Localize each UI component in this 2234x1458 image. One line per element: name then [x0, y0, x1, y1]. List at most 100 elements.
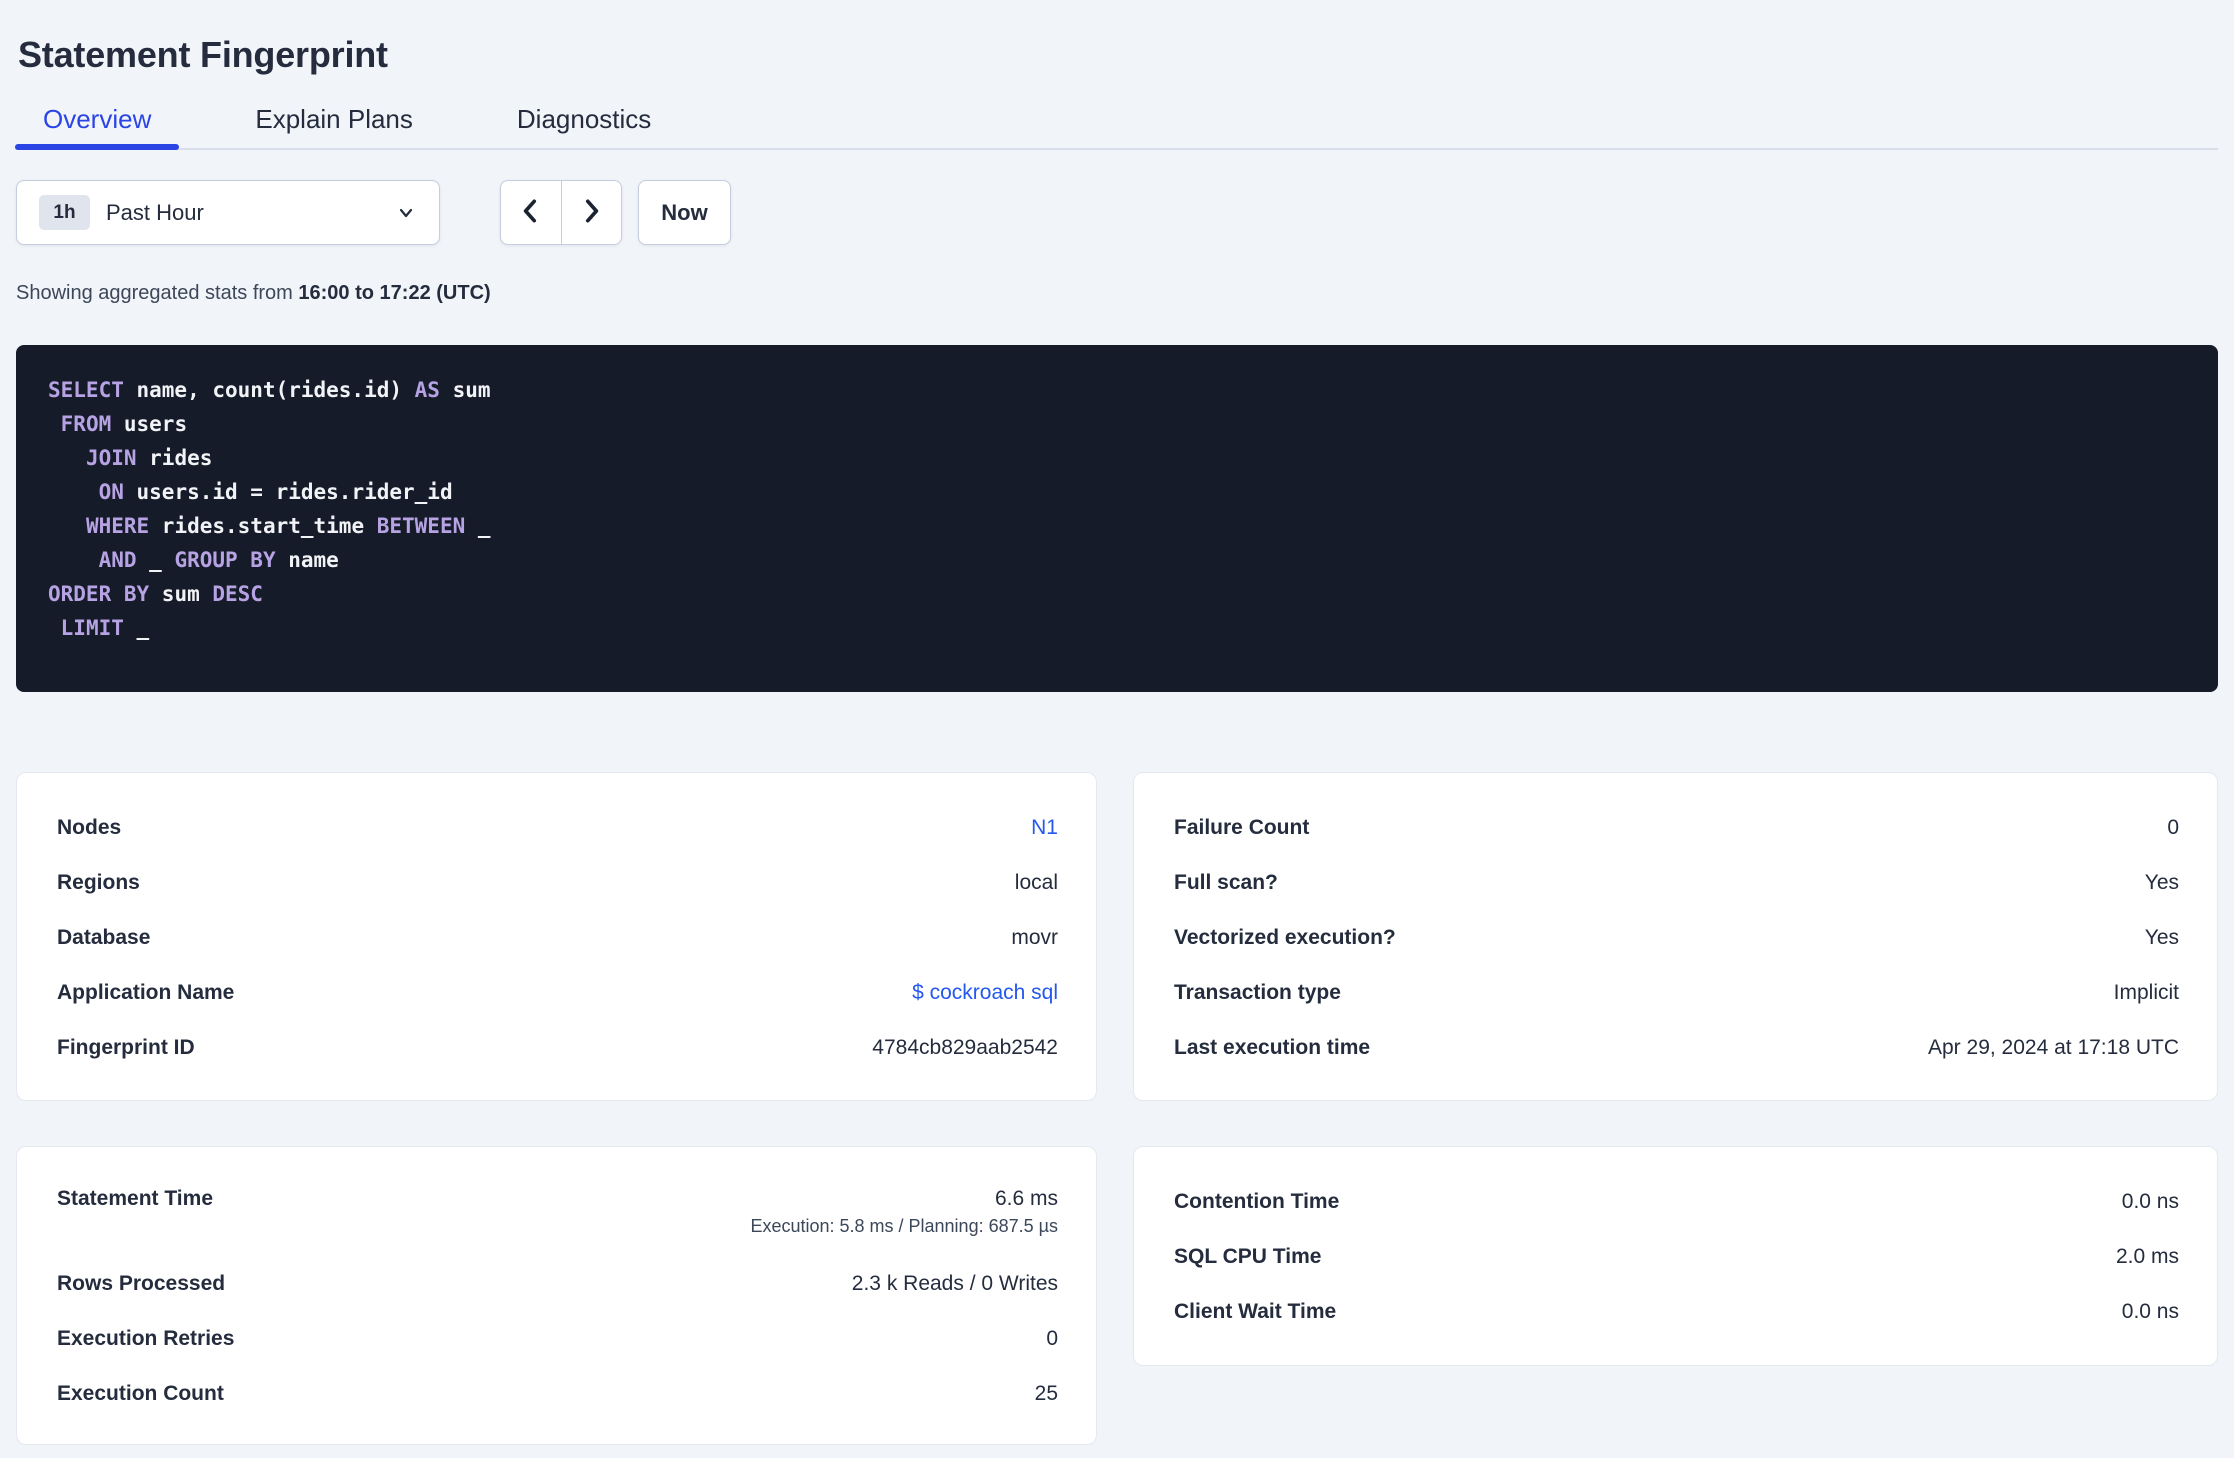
- info-value-wrap: 25: [1035, 1382, 1058, 1406]
- info-value-wrap: Yes: [2145, 871, 2179, 895]
- page-title: Statement Fingerprint: [18, 34, 388, 75]
- tab-diagnostics[interactable]: Diagnostics: [489, 90, 679, 148]
- info-value-wrap: $ cockroach sql: [912, 981, 1058, 1005]
- sql-line: WHERE rides.start_time BETWEEN _: [85, 514, 491, 538]
- info-value-wrap: 6.6 ms Execution: 5.8 ms / Planning: 687.…: [750, 1187, 1058, 1237]
- info-label: Statement Time: [57, 1187, 213, 1210]
- info-value: 2.0 ms: [2115, 1244, 2179, 1268]
- info-label: Client Wait Time: [1174, 1299, 1337, 1323]
- statement-details-card: Nodes N1 Regions local Database movr Applicati…: [16, 772, 1097, 1101]
- info-label: Execution Count: [57, 1381, 224, 1405]
- info-label: Contention Time: [1174, 1189, 1340, 1213]
- info-label: Transaction type: [1174, 980, 1341, 1004]
- info-value: movr: [1011, 925, 1058, 949]
- aggregation-interval-text: Showing aggregated stats from 16:00 to 1…: [16, 282, 491, 305]
- info-value-wrap: Apr 29, 2024 at 17:18 UTC: [1928, 1036, 2179, 1060]
- info-value: 0.0 ns: [2121, 1189, 2179, 1213]
- statement-times-card: Statement Time 6.6 ms Execution: 5.8 ms / …: [16, 1146, 1097, 1445]
- info-label: Execution Retries: [57, 1326, 235, 1350]
- info-row: Client Wait Time 0.0 ns: [1174, 1284, 2179, 1339]
- info-value-link[interactable]: N1: [1031, 816, 1058, 839]
- info-label: Regions: [57, 870, 140, 894]
- info-value: 0: [1046, 1326, 1058, 1350]
- tab-explain-plans-label: Explain Plans: [255, 103, 413, 134]
- info-value-wrap: 2.3 k Reads / 0 Writes: [852, 1272, 1058, 1296]
- info-label: Rows Processed: [57, 1271, 226, 1295]
- info-value-wrap: 0.0 ns: [2122, 1300, 2179, 1324]
- info-row: Nodes N1: [57, 800, 1058, 855]
- chevron-left-icon: [517, 197, 545, 228]
- sql-line: LIMIT _: [60, 616, 150, 640]
- info-row: Transaction type Implicit: [1174, 965, 2179, 1020]
- info-row: SQL CPU Time 2.0 ms: [1174, 1229, 2179, 1284]
- aggregation-interval-prefix: Showing aggregated stats from: [16, 282, 299, 304]
- info-label: Nodes: [57, 815, 122, 839]
- info-value: Implicit: [2113, 980, 2179, 1004]
- info-value: 0.0 ns: [2121, 1299, 2179, 1323]
- tab-overview[interactable]: Overview: [15, 90, 180, 150]
- info-row: Execution Count 25: [57, 1366, 1058, 1421]
- aggregation-interval-range: 16:00 to 17:22 (UTC): [298, 282, 491, 304]
- info-value: 4784cb829aab2542: [872, 1035, 1058, 1059]
- sql-line: FROM users: [60, 412, 188, 436]
- info-value: 0: [2167, 815, 2179, 839]
- chevron-down-icon: [395, 202, 417, 224]
- sql-line: ORDER BY sum DESC: [48, 582, 263, 606]
- time-range-dropdown[interactable]: 1h Past Hour: [16, 180, 440, 245]
- info-row: Contention Time 0.0 ns: [1174, 1174, 2179, 1229]
- info-row: Application Name $ cockroach sql: [57, 965, 1058, 1020]
- info-row: Rows Processed 2.3 k Reads / 0 Writes: [57, 1256, 1058, 1311]
- info-value-wrap: Yes: [2145, 926, 2179, 950]
- info-label: Last execution time: [1174, 1035, 1371, 1059]
- info-subvalue: Execution: 5.8 ms / Planning: 687.5 µs: [750, 1216, 1058, 1236]
- info-value-wrap: 0.0 ns: [2122, 1190, 2179, 1214]
- info-label: Full scan?: [1174, 870, 1278, 894]
- prev-range-button[interactable]: [501, 181, 561, 244]
- chevron-right-icon: [577, 197, 605, 228]
- info-value-wrap: 4784cb829aab2542: [872, 1036, 1058, 1060]
- info-row: Full scan? Yes: [1174, 855, 2179, 910]
- info-label: Vectorized execution?: [1174, 925, 1396, 949]
- info-value: Yes: [2144, 925, 2179, 949]
- info-value-wrap: N1: [1031, 816, 1058, 840]
- info-value: 6.6 ms: [994, 1187, 1058, 1210]
- info-row: Last execution time Apr 29, 2024 at 17:18…: [1174, 1020, 2179, 1075]
- time-range-badge: 1h: [39, 195, 90, 230]
- tab-overview-label: Overview: [43, 103, 152, 134]
- time-range-selected: Past Hour: [106, 199, 204, 225]
- info-value: Yes: [2144, 870, 2179, 894]
- info-row: Fingerprint ID 4784cb829aab2542: [57, 1020, 1058, 1075]
- tab-explain-plans[interactable]: Explain Plans: [227, 90, 441, 148]
- info-row: Failure Count 0: [1174, 800, 2179, 855]
- info-value-wrap: Implicit: [2114, 981, 2179, 1005]
- sql-line: SELECT name, count(rides.id) AS sum: [48, 378, 491, 402]
- info-row: Statement Time 6.6 ms Execution: 5.8 ms / …: [57, 1174, 1058, 1256]
- info-row: Database movr: [57, 910, 1058, 965]
- now-button[interactable]: Now: [638, 180, 731, 245]
- info-row: Vectorized execution? Yes: [1174, 910, 2179, 965]
- info-value-wrap: local: [1015, 871, 1058, 895]
- time-range-stepper: [500, 180, 622, 245]
- info-value: 2.3 k Reads / 0 Writes: [851, 1271, 1058, 1295]
- info-value: 25: [1034, 1381, 1058, 1405]
- execution-attributes-card: Failure Count 0 Full scan? Yes Vectorized ex…: [1133, 772, 2218, 1101]
- wait-times-card: Contention Time 0.0 ns SQL CPU Time 2.0 ms C…: [1133, 1146, 2218, 1366]
- info-value-wrap: 2.0 ms: [2116, 1245, 2179, 1269]
- next-range-button[interactable]: [560, 181, 622, 244]
- sql-line: AND _ GROUP BY name: [98, 548, 339, 572]
- info-label: Application Name: [57, 980, 235, 1004]
- sql-line: JOIN rides: [85, 446, 213, 470]
- info-label: Database: [57, 925, 151, 949]
- tab-diagnostics-label: Diagnostics: [516, 103, 652, 134]
- info-value-wrap: 0: [2167, 816, 2179, 840]
- info-row: Regions local: [57, 855, 1058, 910]
- sql-line: ON users.id = rides.rider_id: [98, 480, 453, 504]
- time-controls: 1h Past Hour Now: [16, 180, 916, 245]
- info-label: SQL CPU Time: [1174, 1244, 1322, 1268]
- sql-statement-box: SELECT name, count(rides.id) AS sum FROM…: [16, 345, 2218, 692]
- info-value: Apr 29, 2024 at 17:18 UTC: [1928, 1035, 2179, 1059]
- info-row: Execution Retries 0: [57, 1311, 1058, 1366]
- info-label: Fingerprint ID: [57, 1035, 195, 1059]
- info-value-link[interactable]: $ cockroach sql: [912, 981, 1058, 1004]
- info-value-wrap: 0: [1046, 1327, 1058, 1351]
